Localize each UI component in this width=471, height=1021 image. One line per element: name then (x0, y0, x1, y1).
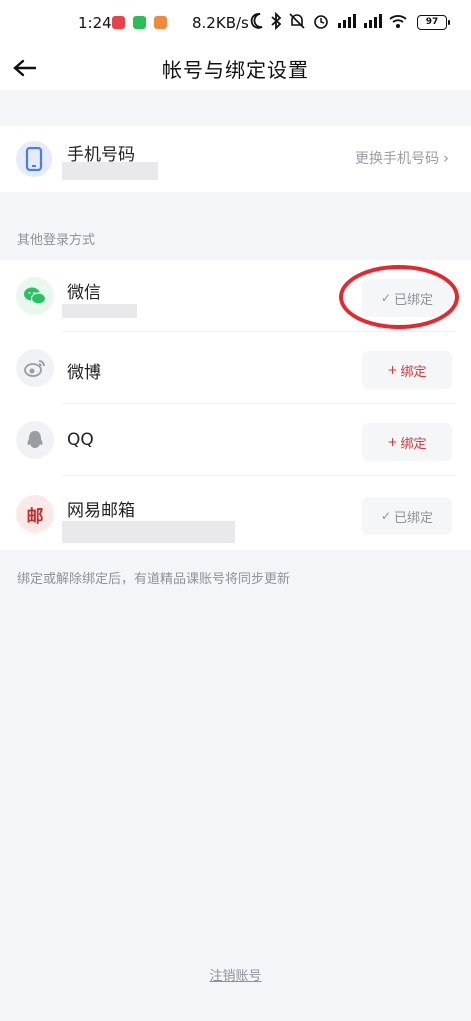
phone-icon (16, 141, 52, 177)
bind-button[interactable]: + 绑定 (362, 423, 452, 461)
bound-button[interactable]: ✓ 已绑定 (362, 279, 452, 317)
bind-button-label: 绑定 (400, 364, 427, 380)
method-name: QQ (67, 430, 94, 450)
login-methods-list: 微信 ✓ 已绑定 微博 + 绑定 QQ + 绑定 邮 网易邮箱 ✓ 已绑定 (0, 260, 471, 550)
weibo-icon (16, 349, 54, 387)
status-bar: 1:24 8.2KB/s 97 (0, 0, 471, 46)
cancel-account-link[interactable]: 注销账号 (0, 965, 471, 984)
method-name: 微信 (67, 283, 101, 303)
method-name: 微博 (67, 363, 101, 383)
plus-icon: + (387, 363, 398, 377)
moon-icon (250, 12, 263, 29)
change-phone-link[interactable]: 更换手机号码 › (355, 148, 449, 168)
bound-button[interactable]: ✓ 已绑定 (362, 497, 452, 535)
network-speed: 8.2KB/s (192, 14, 249, 32)
bind-button-label: 已绑定 (394, 292, 434, 308)
notification-app-icon (133, 16, 146, 29)
qq-icon (16, 421, 54, 459)
method-row-weibo: 微博 + 绑定 (0, 332, 471, 404)
section-label: 其他登录方式 (17, 233, 96, 248)
masked-account (62, 521, 235, 543)
mail-icon-glyph: 邮 (26, 506, 44, 527)
mail-icon: 邮 (16, 495, 54, 533)
notification-app-icon (112, 16, 125, 29)
bind-button-label: 已绑定 (394, 510, 434, 526)
signal-icon (364, 14, 382, 28)
bind-button[interactable]: + 绑定 (362, 351, 452, 389)
phone-number-row[interactable]: 手机号码 更换手机号码 › (0, 126, 471, 192)
wifi-icon (389, 15, 407, 28)
method-row-netease-mail: 邮 网易邮箱 ✓ 已绑定 (0, 476, 471, 550)
page-title: 帐号与绑定设置 (162, 58, 309, 82)
signal-icon (338, 14, 356, 28)
check-icon: ✓ (380, 509, 392, 523)
bluetooth-icon (271, 12, 282, 30)
check-icon: ✓ (380, 291, 392, 305)
chevron-right-icon: › (443, 149, 449, 167)
nav-bar: 帐号与绑定设置 (0, 46, 471, 90)
status-icons (250, 12, 408, 30)
method-name: 网易邮箱 (67, 501, 135, 521)
wechat-icon (16, 277, 54, 315)
plus-icon: + (387, 435, 398, 449)
status-time: 1:24 (78, 14, 112, 32)
notification-app-icon (154, 16, 167, 29)
masked-phone-number (62, 162, 158, 180)
footnote: 绑定或解除绑定后，有道精品课账号将同步更新 (17, 572, 291, 587)
method-row-qq: QQ + 绑定 (0, 404, 471, 476)
battery-icon: 97 (417, 15, 450, 30)
change-phone-label: 更换手机号码 (355, 151, 439, 167)
masked-account (62, 304, 137, 318)
mute-icon (289, 13, 305, 29)
alarm-icon (314, 15, 328, 29)
bind-button-label: 绑定 (400, 436, 427, 452)
method-row-wechat: 微信 ✓ 已绑定 (0, 260, 471, 332)
